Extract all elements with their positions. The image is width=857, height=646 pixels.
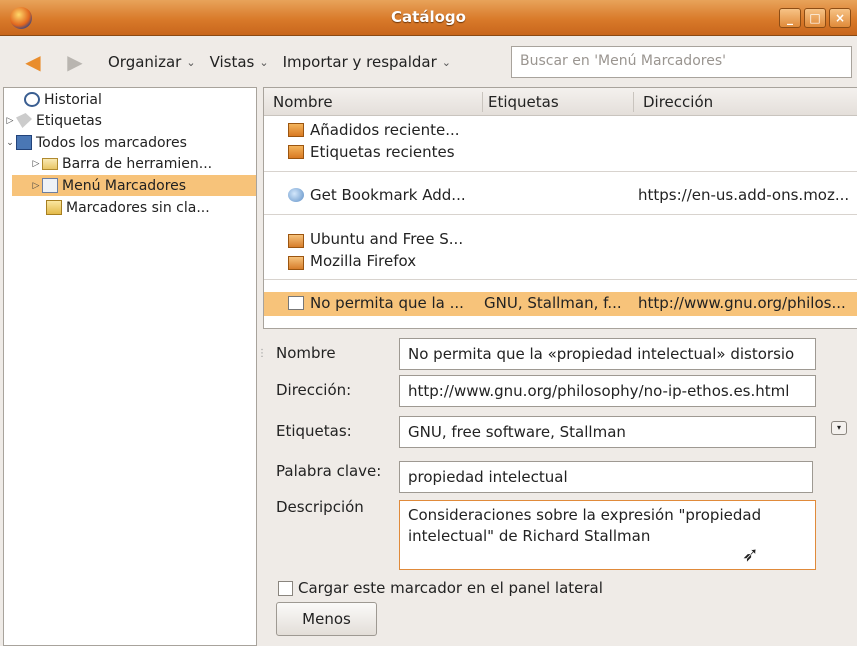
name-label-text: Nombre	[276, 344, 336, 362]
column-separator[interactable]	[633, 92, 634, 112]
close-button[interactable]: ×	[829, 8, 851, 28]
chevron-down-icon: ⌄	[259, 55, 269, 69]
page-icon	[288, 296, 304, 310]
bookmarks-star-icon	[16, 135, 32, 150]
tree-item-bookmarks-menu[interactable]: ▷ Menú Marcadores	[12, 175, 256, 196]
places-tree: Historial ▷ Etiquetas ⌄ Todos los marcad…	[3, 87, 257, 646]
unsorted-folder-icon	[46, 200, 62, 215]
collapse-twisty-icon[interactable]: ⌄	[4, 138, 16, 148]
tags-selector-toggle[interactable]: ▾	[831, 421, 847, 435]
back-arrow-icon[interactable]: ◀	[18, 48, 48, 76]
separator	[264, 214, 857, 215]
tree-item-history[interactable]: Historial	[12, 89, 102, 110]
expand-twisty-icon[interactable]: ▷	[30, 159, 42, 169]
column-name[interactable]: Nombre	[273, 93, 333, 111]
views-menu-button[interactable]: Vistas ⌄	[210, 53, 269, 71]
sidebar-checkbox-row[interactable]: Cargar este marcador en el panel lateral	[278, 579, 603, 597]
row-name: Get Bookmark Add...	[310, 186, 466, 204]
tree-item-tags[interactable]: ▷ Etiquetas	[4, 110, 102, 131]
folder-icon	[288, 256, 304, 270]
row-name: Añadidos reciente...	[310, 121, 460, 139]
organize-menu-button[interactable]: Organizar ⌄	[108, 53, 196, 71]
tree-item-label: Barra de herramien...	[62, 155, 213, 172]
tree-item-label: Todos los marcadores	[36, 134, 187, 151]
smart-folder-icon	[288, 123, 304, 137]
views-label: Vistas	[209, 53, 255, 71]
list-row[interactable]: Añadidos reciente...	[264, 119, 857, 141]
row-tags: GNU, Stallman, f...	[484, 294, 622, 312]
tree-item-unsorted[interactable]: Marcadores sin cla...	[46, 197, 210, 218]
row-name: Etiquetas recientes	[310, 143, 455, 161]
sidebar-checkbox[interactable]	[278, 580, 293, 596]
menu-icon	[42, 178, 58, 193]
tag-icon	[16, 113, 32, 128]
import-backup-label: Importar y respaldar	[282, 53, 437, 71]
address-label: Dirección:	[276, 381, 352, 399]
tags-label: Etiquetas:	[276, 422, 352, 440]
keyword-label: Palabra clave:	[276, 462, 382, 480]
import-backup-menu-button[interactable]: Importar y respaldar ⌄	[283, 53, 451, 71]
folder-icon	[42, 157, 58, 170]
tree-item-label: Historial	[44, 91, 102, 108]
separator	[264, 171, 857, 172]
maximize-button[interactable]: □	[804, 8, 826, 28]
forward-arrow-icon[interactable]: ▶	[60, 48, 90, 76]
row-name: Ubuntu and Free S...	[310, 230, 464, 248]
less-button[interactable]: Menos	[276, 602, 377, 636]
expand-twisty-icon[interactable]: ▷	[4, 116, 16, 126]
description-label: Descripción	[276, 498, 364, 516]
column-separator[interactable]	[482, 92, 483, 112]
title-bar: Catálogo _ □ ×	[0, 0, 857, 36]
name-label: Nombre	[276, 344, 336, 362]
tree-item-all-bookmarks[interactable]: ⌄ Todos los marcadores	[4, 132, 187, 153]
organize-label: Organizar	[108, 53, 182, 71]
list-header: Nombre Etiquetas Dirección	[264, 88, 857, 116]
search-input[interactable]: Buscar en 'Menú Marcadores'	[511, 46, 852, 78]
mouse-pointer-icon: ➶	[742, 542, 759, 566]
row-address: http://www.gnu.org/philos...	[638, 294, 846, 312]
tree-item-label: Etiquetas	[36, 112, 102, 129]
chevron-down-icon: ⌄	[186, 55, 196, 69]
list-row[interactable]: Etiquetas recientes	[264, 141, 857, 163]
folder-icon	[288, 234, 304, 248]
minimize-button[interactable]: _	[779, 8, 801, 28]
bookmark-details: Nombre No permita que la «propiedad inte…	[263, 330, 857, 646]
tree-item-label: Menú Marcadores	[62, 177, 187, 194]
tags-field[interactable]: GNU, free software, Stallman	[399, 416, 816, 448]
address-field[interactable]: http://www.gnu.org/philosophy/no-ip-etho…	[399, 375, 816, 407]
column-address[interactable]: Dirección	[643, 93, 713, 111]
keyword-field[interactable]: propiedad intelectual	[399, 461, 813, 493]
list-row[interactable]: Mozilla Firefox	[264, 250, 857, 272]
row-name: Mozilla Firefox	[310, 252, 417, 270]
list-row-selected[interactable]: No permita que la ... GNU, Stallman, f..…	[264, 292, 857, 316]
globe-icon	[288, 188, 304, 202]
list-row[interactable]: Get Bookmark Add... https://en-us.add-on…	[264, 184, 857, 206]
name-field[interactable]: No permita que la «propiedad intelectual…	[399, 338, 816, 370]
smart-folder-icon	[288, 145, 304, 159]
list-row[interactable]: Ubuntu and Free S...	[264, 228, 857, 250]
row-name: No permita que la ...	[310, 294, 464, 312]
tree-item-label: Marcadores sin cla...	[66, 199, 210, 216]
expand-twisty-icon[interactable]: ▷	[30, 181, 42, 191]
window-controls: _ □ ×	[779, 8, 851, 28]
separator	[264, 279, 857, 280]
sidebar-checkbox-label: Cargar este marcador en el panel lateral	[298, 579, 603, 597]
row-address: https://en-us.add-ons.moz...	[638, 186, 850, 204]
toolbar: ◀ ▶ Organizar ⌄ Vistas ⌄ Importar y resp…	[0, 36, 857, 88]
window-title: Catálogo	[391, 8, 466, 26]
chevron-down-icon: ⌄	[441, 55, 452, 69]
column-tags[interactable]: Etiquetas	[488, 93, 559, 111]
tree-item-toolbar[interactable]: ▷ Barra de herramien...	[30, 153, 213, 174]
bookmarks-list: Nombre Etiquetas Dirección Añadidos reci…	[263, 87, 857, 329]
clock-icon	[24, 92, 40, 107]
